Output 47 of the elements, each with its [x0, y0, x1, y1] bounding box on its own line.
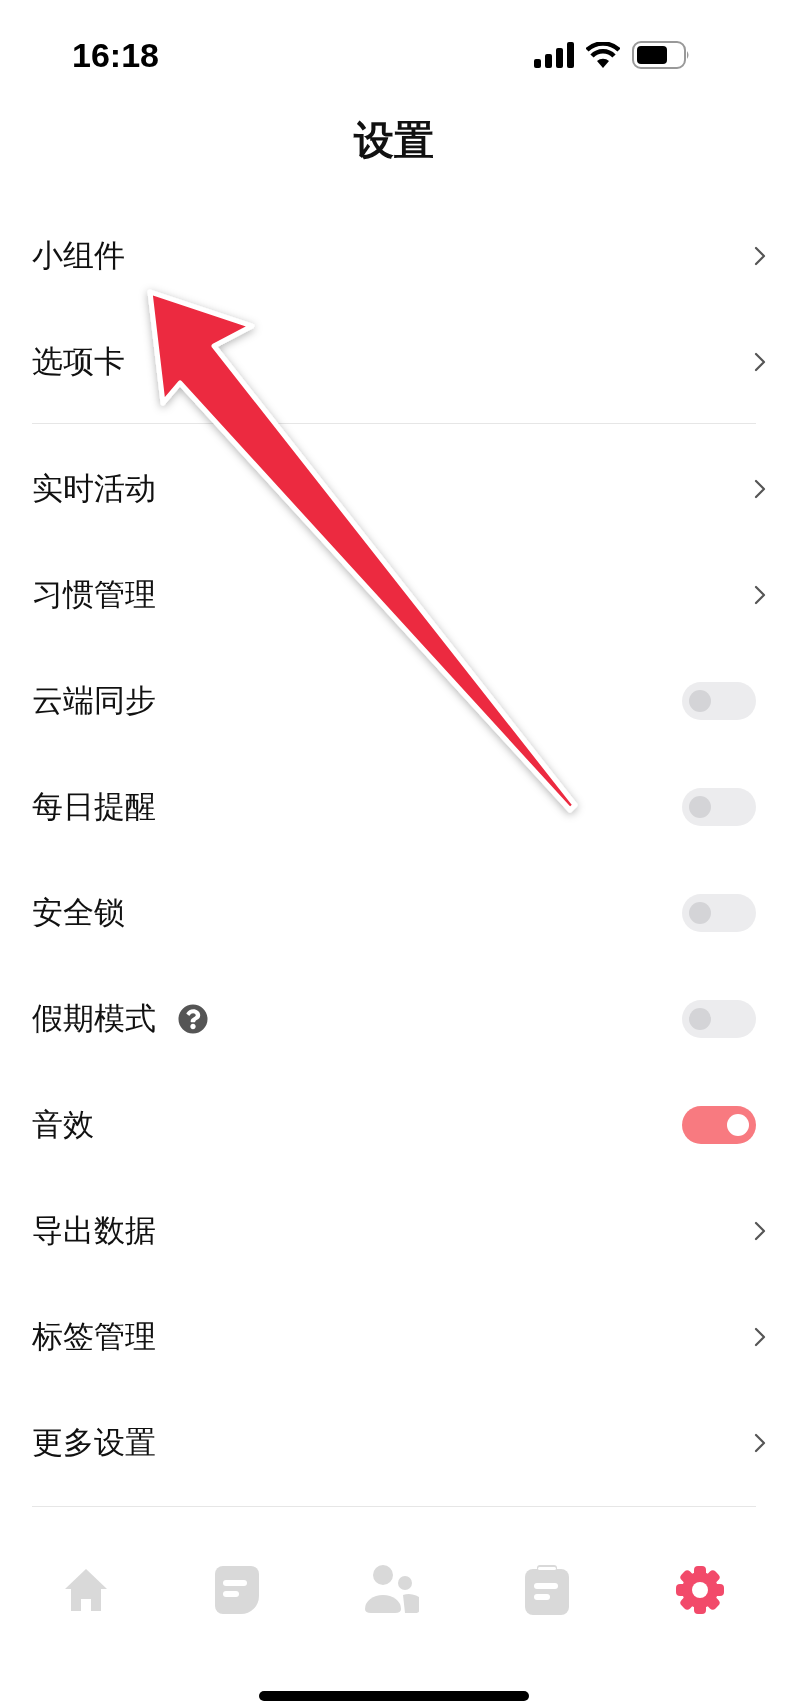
toggle-switch[interactable] [682, 1106, 756, 1144]
chevron-icon [754, 585, 766, 605]
settings-row[interactable]: 选项卡 [0, 309, 788, 415]
page-title: 设置 [354, 116, 434, 165]
wifi-icon [586, 42, 620, 68]
signal-icon [534, 42, 574, 68]
settings-row[interactable]: 更多设置 [0, 1390, 788, 1496]
chevron-icon [754, 246, 766, 266]
settings-row[interactable]: 实时活动 [0, 436, 788, 542]
settings-row[interactable]: 音效 [0, 1072, 788, 1178]
settings-row[interactable]: 小组件 [0, 203, 788, 309]
toggle-switch[interactable] [682, 1000, 756, 1038]
row-label: 导出数据 [32, 1211, 156, 1250]
home-icon [63, 1567, 109, 1613]
toggle-switch[interactable] [682, 894, 756, 932]
row-label: 假期模式 [32, 999, 156, 1038]
settings-row[interactable]: 安全锁 [0, 860, 788, 966]
chevron-icon [754, 479, 766, 499]
settings-row[interactable]: 每日提醒 [0, 754, 788, 860]
settings-row[interactable]: 假期模式 [0, 966, 788, 1072]
status-time: 16:18 [72, 35, 159, 75]
row-label: 选项卡 [32, 342, 125, 381]
chevron-icon [754, 352, 766, 372]
row-label: 云端同步 [32, 681, 156, 720]
row-label: 实时活动 [32, 469, 156, 508]
help-icon[interactable] [178, 1004, 208, 1034]
toggle-switch[interactable] [682, 682, 756, 720]
chevron-icon [754, 1433, 766, 1453]
note-icon [215, 1566, 259, 1614]
chevron-icon [754, 1221, 766, 1241]
clipboard-icon [525, 1565, 569, 1615]
row-label: 每日提醒 [32, 787, 156, 826]
row-label: 更多设置 [32, 1423, 156, 1462]
settings-row[interactable]: 习惯管理 [0, 542, 788, 648]
row-label: 标签管理 [32, 1317, 156, 1356]
toggle-switch[interactable] [682, 788, 756, 826]
settings-icon [675, 1565, 725, 1615]
battery-icon [632, 41, 690, 69]
row-label: 音效 [32, 1105, 94, 1144]
row-label: 小组件 [32, 236, 125, 275]
settings-row[interactable]: 云端同步 [0, 648, 788, 754]
settings-row[interactable]: 标签管理 [0, 1284, 788, 1390]
settings-row[interactable]: 导出数据 [0, 1178, 788, 1284]
row-label: 安全锁 [32, 893, 125, 932]
row-label: 习惯管理 [32, 575, 156, 614]
chevron-icon [754, 1327, 766, 1347]
people-icon [365, 1565, 419, 1615]
